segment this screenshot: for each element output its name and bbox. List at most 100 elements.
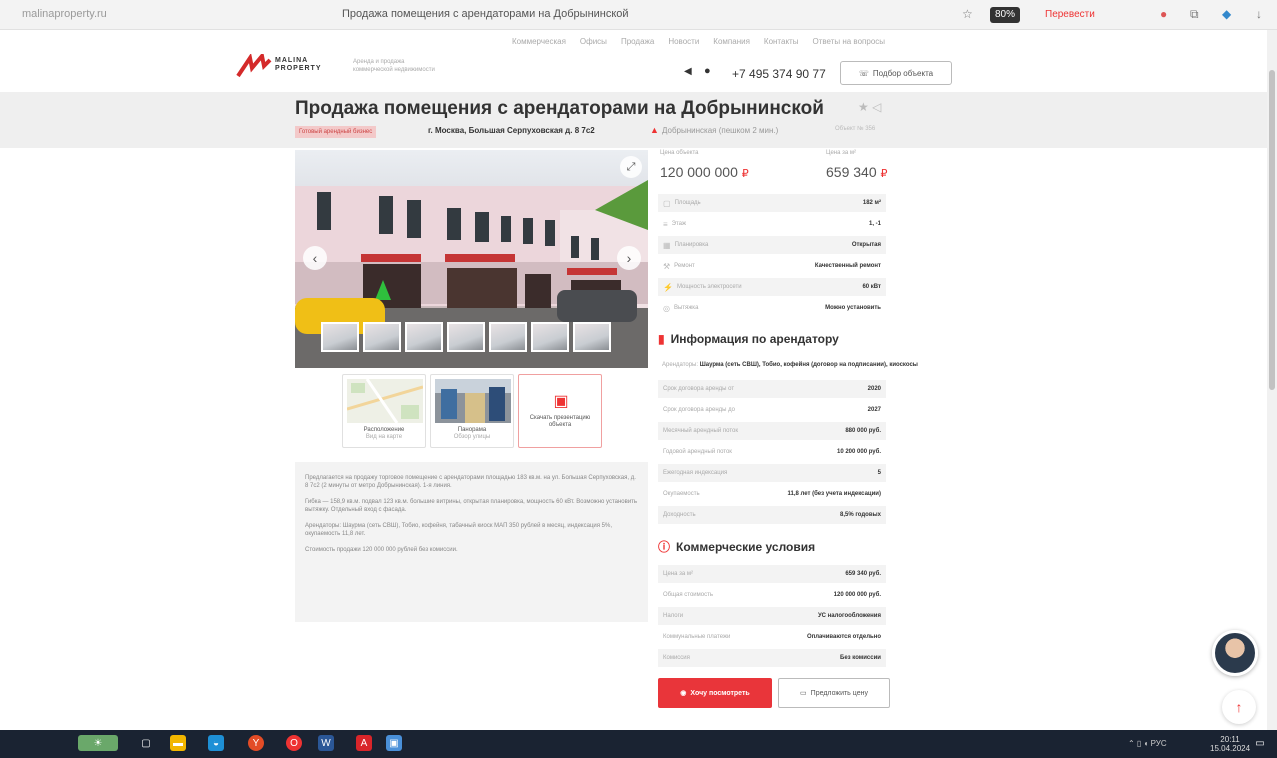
- param-row: ▦ Планировка Открытая: [658, 236, 886, 254]
- metro-icon: ▲: [650, 125, 659, 135]
- profile-icon[interactable]: ◆: [1222, 7, 1231, 21]
- gallery-thumbnail[interactable]: [489, 322, 527, 352]
- download-icon[interactable]: ↓: [1256, 7, 1262, 21]
- logo-mark-icon[interactable]: [236, 54, 272, 78]
- extension-icon[interactable]: ●: [1160, 7, 1167, 21]
- acrobat-icon[interactable]: A: [356, 735, 372, 751]
- listing-address: г. Москва, Большая Серпуховская д. 8 7с2: [428, 126, 595, 135]
- commercial-value: 659 340 руб.: [845, 571, 881, 577]
- nav-link[interactable]: Ответы на вопросы: [812, 37, 885, 46]
- tile-title: Панорама: [457, 427, 487, 433]
- tenant-value: 2020: [867, 386, 881, 392]
- price-total-label: Цена объекта: [660, 150, 699, 156]
- tile-title: Расположение: [363, 427, 405, 433]
- nav-link[interactable]: Офисы: [580, 37, 607, 46]
- gallery-thumbnail[interactable]: [573, 322, 611, 352]
- commercial-value: Без комиссии: [840, 655, 881, 661]
- opera-icon[interactable]: O: [286, 735, 302, 751]
- power-icon: ⚡: [663, 282, 673, 292]
- edge-icon[interactable]: ◒: [208, 735, 224, 751]
- chat-icon: ▭: [800, 690, 807, 697]
- gallery-thumbnail[interactable]: [405, 322, 443, 352]
- clock[interactable]: 20:11 15.04.2024: [1210, 735, 1250, 753]
- param-key: Ремонт: [674, 263, 695, 269]
- map-thumbnail: [347, 379, 423, 423]
- scrollbar[interactable]: [1267, 30, 1277, 730]
- translate-button[interactable]: Перевести: [1040, 7, 1100, 23]
- app-icon[interactable]: ▣: [386, 735, 402, 751]
- commercial-row: Коммунальные платежи Оплачиваются отдельн…: [658, 628, 886, 646]
- file-explorer-icon[interactable]: ▬: [170, 735, 186, 751]
- chevron-right-icon: ›: [626, 250, 632, 266]
- telegram-icon[interactable]: ◀: [684, 66, 692, 77]
- map-tile[interactable]: Расположение Вид на карте: [342, 374, 426, 448]
- collections-icon[interactable]: ⧉: [1190, 7, 1199, 22]
- description-paragraph: Арендаторы: Шаурма (сеть СВШ), Тобио, ко…: [305, 523, 613, 537]
- panorama-thumbnail: [435, 379, 511, 423]
- callback-button[interactable]: ☏ Подбор объекта: [840, 61, 952, 85]
- gallery-next-button[interactable]: ›: [617, 246, 641, 270]
- commercial-key: Коммунальные платежи: [663, 634, 731, 640]
- phone-icon: ☏: [858, 68, 869, 78]
- zoom-badge[interactable]: 80%: [990, 7, 1021, 23]
- bookmark-icon[interactable]: ☆: [962, 7, 973, 21]
- yandex-browser-icon[interactable]: Y: [248, 735, 264, 751]
- commercial-key: Комиссия: [663, 655, 690, 661]
- tenant-row: Доходность 8,5% годовых: [658, 506, 886, 524]
- notifications-icon[interactable]: ▭: [1252, 735, 1268, 751]
- chart-icon: ▮: [658, 332, 665, 346]
- panorama-tile[interactable]: Панорама Обзор улицы: [430, 374, 514, 448]
- whatsapp-icon[interactable]: ●: [704, 65, 711, 77]
- thumbnail-strip: [321, 322, 611, 352]
- download-presentation-tile[interactable]: ▣ Скачать презентацию объекта: [518, 374, 602, 448]
- logo-wordmark[interactable]: MALINA PROPERTY: [275, 57, 322, 73]
- photo-gallery[interactable]: ‹ › ⤢: [295, 150, 648, 368]
- system-tray[interactable]: ⌃ ▯ ◖ РУС: [1128, 739, 1167, 748]
- word-icon[interactable]: W: [318, 735, 334, 751]
- expand-icon: ⤢: [626, 160, 636, 173]
- nav-link[interactable]: Коммерческая: [512, 37, 566, 46]
- tenant-key: Срок договора аренды от: [663, 386, 735, 392]
- gallery-thumbnail[interactable]: [447, 322, 485, 352]
- tenant-section-title: Информация по арендатору: [670, 332, 839, 346]
- nav-link[interactable]: Компания: [713, 37, 750, 46]
- scroll-to-top-button[interactable]: ↑: [1222, 690, 1256, 724]
- tenant-key: Ежегодная индексация: [663, 470, 728, 476]
- gallery-thumbnail[interactable]: [531, 322, 569, 352]
- manager-avatar[interactable]: [1212, 630, 1258, 676]
- info-icon: ⓘ: [658, 540, 671, 554]
- tenant-key: Срок договора аренды до: [663, 407, 735, 413]
- nav-link[interactable]: Контакты: [764, 37, 799, 46]
- price-total-value: 120 000 000: [660, 164, 738, 180]
- nav-link[interactable]: Продажа: [621, 37, 654, 46]
- offer-price-button[interactable]: ▭ Предложить цену: [778, 678, 890, 708]
- ruble-icon: ₽: [741, 168, 749, 180]
- nav-link[interactable]: Новости: [668, 37, 699, 46]
- phone-number[interactable]: +7 495 374 90 77: [732, 67, 826, 81]
- param-row: ⚒ Ремонт Качественный ремонт: [658, 257, 886, 275]
- request-viewing-button[interactable]: ◉ Хочу посмотреть: [658, 678, 772, 708]
- scrollbar-thumb[interactable]: [1269, 70, 1275, 390]
- tenants-line: Арендаторы: Шаурма (сеть СВШ), Тобио, ко…: [662, 362, 918, 368]
- tenant-value: 10 200 000 руб.: [837, 449, 881, 455]
- language-indicator[interactable]: РУС: [1151, 739, 1167, 748]
- description-paragraph: Гибка — 158,9 кв.м. подвал 123 кв.м. бол…: [305, 499, 638, 513]
- task-view-icon[interactable]: ▢: [138, 735, 154, 751]
- param-value: 60 кВт: [862, 284, 881, 290]
- browser-page-title: Продажа помещения с арендаторами на Добр…: [342, 8, 629, 20]
- commercial-value: УС налогообложения: [817, 613, 881, 619]
- share-icons[interactable]: ★ ◁: [858, 100, 881, 114]
- tenant-value: 11,8 лет (без учета индексации): [787, 491, 881, 497]
- weather-widget-icon[interactable]: ☀: [78, 735, 118, 751]
- param-row: ≡ Этаж 1, -1: [658, 215, 886, 233]
- description-paragraph: Стоимость продажи 120 000 000 рублей без…: [305, 547, 458, 553]
- param-row: ◎ Вытяжка Можно установить: [658, 299, 886, 317]
- gallery-thumbnail[interactable]: [321, 322, 359, 352]
- tile-subtitle: Вид на карте: [365, 434, 403, 440]
- tenant-value: 5: [877, 470, 881, 476]
- address-bar[interactable]: malinaproperty.ru: [22, 8, 107, 20]
- fullscreen-button[interactable]: ⤢: [620, 156, 642, 178]
- gallery-thumbnail[interactable]: [363, 322, 401, 352]
- gallery-prev-button[interactable]: ‹: [303, 246, 327, 270]
- description-block: Предлагается на продажу торговое помещен…: [295, 462, 648, 622]
